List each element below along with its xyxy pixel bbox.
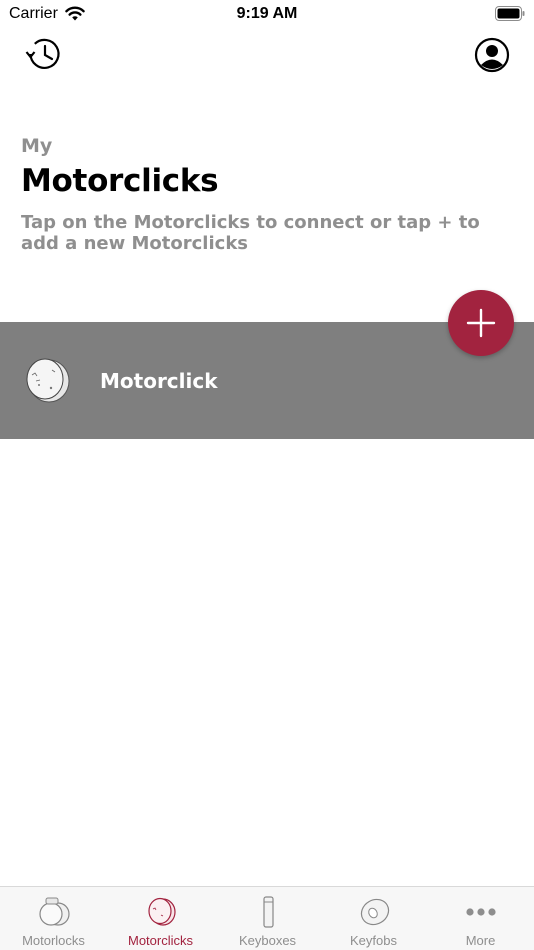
- keybox-icon: [262, 896, 274, 928]
- tab-keyfobs[interactable]: Keyfobs: [320, 887, 427, 950]
- tab-motorlocks[interactable]: Motorlocks: [0, 887, 107, 950]
- device-name: Motorclick: [100, 369, 218, 393]
- profile-button[interactable]: [474, 37, 510, 73]
- page-title: Motorclicks: [21, 163, 219, 199]
- status-bar: Carrier 9:19 AM: [0, 0, 534, 28]
- user-icon: [474, 37, 510, 73]
- motorclick-icon: [147, 897, 176, 926]
- battery-icon: [495, 6, 525, 21]
- tab-keyboxes[interactable]: Keyboxes: [214, 887, 321, 950]
- page-kicker: My: [21, 135, 53, 157]
- tab-label: Motorlocks: [22, 933, 85, 948]
- add-device-button[interactable]: [448, 290, 514, 356]
- clock: 9:19 AM: [236, 5, 298, 22]
- tab-label: Motorclicks: [127, 933, 193, 948]
- tab-motorclicks[interactable]: Motorclicks: [107, 887, 214, 950]
- history-icon: [25, 38, 60, 69]
- more-icon: [465, 908, 496, 916]
- tab-bar: Motorlocks Motorclicks Keyboxes Keyfobs …: [0, 886, 534, 950]
- motorlock-icon: [38, 897, 70, 926]
- tab-label: Keyfobs: [350, 933, 397, 948]
- plus-icon: [466, 308, 496, 338]
- keyfob-icon: [360, 898, 389, 926]
- tab-label: More: [465, 933, 496, 948]
- tab-label: Keyboxes: [238, 933, 297, 948]
- page-subtitle: Tap on the Motorclicks to connect or tap…: [21, 212, 480, 254]
- tab-more[interactable]: More: [427, 887, 534, 950]
- history-button[interactable]: [24, 35, 64, 73]
- motorclick-device-icon: [26, 358, 70, 403]
